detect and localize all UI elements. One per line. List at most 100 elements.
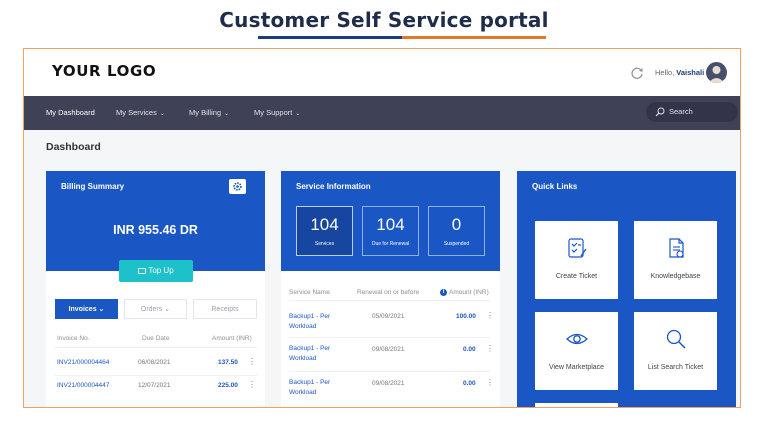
invoice-link[interactable]: INV21/000004447 <box>57 382 109 389</box>
quick-links-title: Quick Links <box>532 182 578 191</box>
divider <box>289 371 491 372</box>
service-name-line2: Workload <box>289 389 317 396</box>
quick-links-card: Quick Links Create Ticket Knowledgebase <box>517 171 736 407</box>
create-ticket-icon <box>568 238 587 258</box>
title-underline <box>258 36 546 39</box>
stat-due-for-renewal[interactable]: 104 Due for Renewal <box>362 206 419 256</box>
top-up-label: Top Up <box>148 266 174 275</box>
amount: 225.00 <box>218 382 238 389</box>
main-nav: My Dashboard My Services ⌄ My Billing ⌄ My… <box>24 96 740 130</box>
chevron-down-icon: ⌄ <box>224 111 230 117</box>
quick-link-knowledgebase[interactable]: Knowledgebase <box>634 221 717 299</box>
service-information-card: Service Information 104 Services 104 Due… <box>281 171 500 407</box>
service-name-link[interactable]: Backup1 - Per Workload <box>289 312 330 332</box>
portal-frame: YOUR LOGO Hello, Vaishali My Dashboard M… <box>23 48 741 408</box>
tab-label: Orders <box>140 306 163 313</box>
nav-label: My Billing <box>189 108 222 117</box>
nav-my-dashboard[interactable]: My Dashboard <box>46 108 95 117</box>
gear-icon <box>233 182 242 191</box>
divider <box>289 300 491 301</box>
balance-amount: INR 955.46 DR <box>113 223 198 237</box>
wallet-icon <box>138 268 147 274</box>
amount: 100.00 <box>456 313 476 320</box>
renewal-date: 09/08/2021 <box>372 346 405 353</box>
service-name-link[interactable]: Backup1 - Per Workload <box>289 344 330 364</box>
nav-my-support[interactable]: My Support ⌄ <box>254 108 300 117</box>
nav-label: My Dashboard <box>46 108 95 117</box>
column-header-renewal: Renewal on or before <box>357 289 420 296</box>
more-options-icon[interactable]: ⋮ <box>248 380 256 389</box>
quick-link-list-search-ticket[interactable]: List Search Ticket <box>634 312 717 390</box>
tab-receipts[interactable]: Receipts <box>193 299 257 319</box>
avatar[interactable] <box>706 62 727 83</box>
billing-summary-card: Billing Summary INR 955.46 DR Top Up Inv… <box>46 171 265 407</box>
stat-value: 0 <box>451 215 462 234</box>
quick-link-view-marketplace[interactable]: View Marketplace <box>535 312 618 390</box>
tab-label: Invoices <box>68 306 97 313</box>
top-up-button[interactable]: Top Up <box>119 260 193 282</box>
stat-services[interactable]: 104 Services <box>296 206 353 256</box>
billing-tabs: Invoices ⌄ Orders ⌄ Receipts <box>55 299 257 319</box>
info-icon[interactable]: i <box>440 289 447 296</box>
more-options-icon[interactable]: ⋮ <box>486 311 494 320</box>
service-name-line2: Workload <box>289 323 317 330</box>
logo[interactable]: YOUR LOGO <box>52 62 156 80</box>
stat-value: 104 <box>376 215 405 234</box>
more-options-icon[interactable]: ⋮ <box>248 357 256 366</box>
more-options-icon[interactable]: ⋮ <box>486 344 494 353</box>
service-name-line1: Backup1 - Per <box>289 379 331 386</box>
settings-button[interactable] <box>229 179 246 194</box>
quick-link-create-ticket[interactable]: Create Ticket <box>535 221 618 299</box>
quick-link-partial[interactable] <box>535 403 618 407</box>
search-icon <box>655 107 665 117</box>
stat-label: Due for Renewal <box>371 241 410 247</box>
invoice-link[interactable]: INV21/000004464 <box>57 359 109 366</box>
column-header-invoice: Invoice No. <box>57 335 90 342</box>
divider <box>55 347 257 348</box>
nav-my-services[interactable]: My Services ⌄ <box>116 108 165 117</box>
nav-label: My Services <box>116 108 157 117</box>
page-title: Customer Self Service portal <box>219 8 549 32</box>
amount: 0.00 <box>463 346 476 353</box>
breadcrumb: Dashboard <box>46 141 101 153</box>
search-icon <box>666 329 686 349</box>
tab-invoices[interactable]: Invoices ⌄ <box>55 299 118 319</box>
column-header-amount: Amount (INR) <box>212 335 252 342</box>
nav-my-billing[interactable]: My Billing ⌄ <box>189 108 229 117</box>
tab-label: Receipts <box>211 306 239 313</box>
stat-label: Suspended <box>443 241 470 247</box>
eye-icon <box>566 333 588 345</box>
service-name-link[interactable]: Backup1 - Per Workload <box>289 378 330 398</box>
quick-link-label: List Search Ticket <box>647 364 704 371</box>
chevron-down-icon: ⌄ <box>295 111 301 117</box>
stat-value: 104 <box>310 215 339 234</box>
user-name[interactable]: Vaishali <box>676 68 704 77</box>
chevron-down-icon: ⌄ <box>164 306 171 313</box>
amount: 137.50 <box>218 359 238 366</box>
tab-orders[interactable]: Orders ⌄ <box>124 299 187 319</box>
chevron-down-icon: ⌄ <box>98 306 105 313</box>
billing-summary-title: Billing Summary <box>61 182 125 191</box>
search-placeholder: Search <box>669 107 693 116</box>
greeting: Hello, Vaishali <box>655 68 704 77</box>
divider <box>55 375 257 376</box>
column-header-amount-label: Amount (INR) <box>449 289 489 297</box>
column-header-due-date: Due Date <box>142 335 170 342</box>
service-name-line1: Backup1 - Per <box>289 345 331 352</box>
quick-link-label: View Marketplace <box>548 364 605 371</box>
chevron-down-icon: ⌄ <box>159 111 165 117</box>
stat-suspended[interactable]: 0 Suspended <box>428 206 485 256</box>
top-header: YOUR LOGO Hello, Vaishali <box>24 49 740 96</box>
search-input[interactable]: Search <box>646 102 738 122</box>
service-information-title: Service Information <box>296 182 371 191</box>
user-avatar-icon <box>708 66 725 83</box>
more-options-icon[interactable]: ⋮ <box>486 378 494 387</box>
service-name-line1: Backup1 - Per <box>289 313 331 320</box>
renewal-date: 05/09/2021 <box>372 313 405 320</box>
nav-label: My Support <box>254 108 293 117</box>
column-header-amount: i Amount (INR) <box>440 289 489 296</box>
knowledgebase-icon <box>669 238 684 258</box>
refresh-icon[interactable] <box>630 66 644 80</box>
divider <box>289 337 491 338</box>
due-date: 06/08/2021 <box>138 359 171 366</box>
